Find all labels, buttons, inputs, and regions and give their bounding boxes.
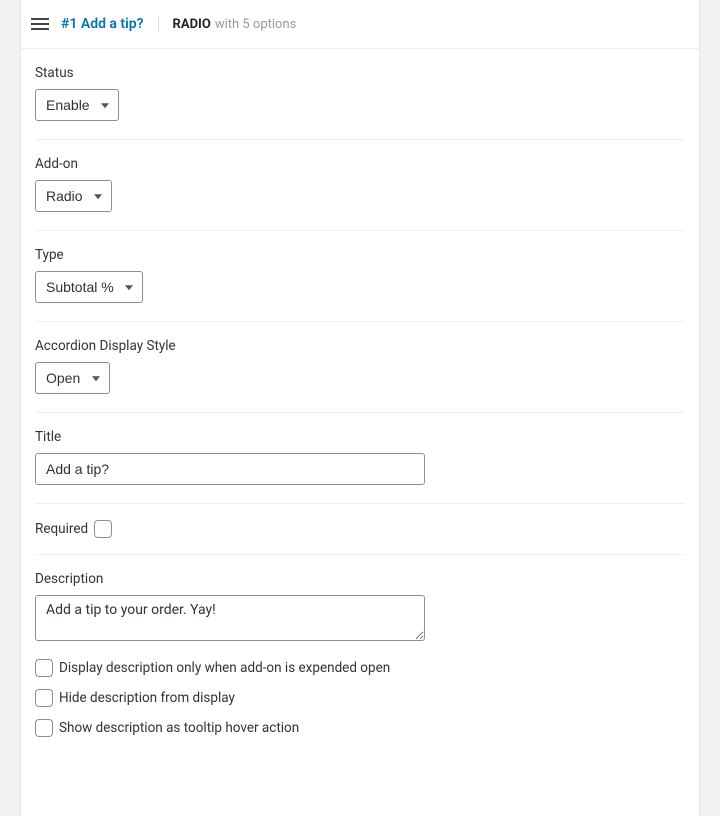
field-type: Type Subtotal % xyxy=(35,231,685,322)
field-title: Title xyxy=(35,413,685,504)
status-select[interactable]: Enable xyxy=(35,89,119,121)
description-options: Display description only when add-on is … xyxy=(35,645,685,737)
opt-hide-label[interactable]: Hide description from display xyxy=(59,690,235,706)
type-select-wrap: Subtotal % xyxy=(35,271,143,303)
addon-panel: #1 Add a tip? RADIO with 5 options Statu… xyxy=(20,0,700,816)
divider xyxy=(158,16,159,32)
opt-tooltip-label[interactable]: Show description as tooltip hover action xyxy=(59,720,299,736)
status-label: Status xyxy=(35,65,685,81)
addon-label: Add-on xyxy=(35,156,685,172)
drag-handle-icon[interactable] xyxy=(29,14,51,34)
accordion-select-wrap: Open xyxy=(35,362,110,394)
opt-display-expanded-row: Display description only when add-on is … xyxy=(35,659,685,677)
panel-header: #1 Add a tip? RADIO with 5 options xyxy=(21,0,699,49)
field-status: Status Enable xyxy=(35,49,685,140)
description-label: Description xyxy=(35,571,685,587)
opt-hide-row: Hide description from display xyxy=(35,689,685,707)
accordion-select[interactable]: Open xyxy=(35,362,110,394)
field-accordion: Accordion Display Style Open xyxy=(35,322,685,413)
addon-select[interactable]: Radio xyxy=(35,180,112,212)
opt-display-expanded-checkbox[interactable] xyxy=(35,659,53,677)
field-required: Required xyxy=(35,504,685,555)
opt-display-expanded-label[interactable]: Display description only when add-on is … xyxy=(59,660,390,676)
opt-hide-checkbox[interactable] xyxy=(35,689,53,707)
opt-tooltip-row: Show description as tooltip hover action xyxy=(35,719,685,737)
title-label: Title xyxy=(35,429,685,445)
field-addon: Add-on Radio xyxy=(35,140,685,231)
fields-container: Status Enable Add-on Radio Type Subtotal… xyxy=(21,49,699,755)
addon-type-label: RADIO xyxy=(173,17,211,32)
description-textarea[interactable] xyxy=(35,595,425,641)
status-select-wrap: Enable xyxy=(35,89,119,121)
accordion-label: Accordion Display Style xyxy=(35,338,685,354)
addon-title[interactable]: #1 Add a tip? xyxy=(61,16,144,32)
required-checkbox[interactable] xyxy=(94,520,112,538)
title-input[interactable] xyxy=(35,453,425,485)
addon-type-suffix: with 5 options xyxy=(215,17,297,32)
required-label: Required xyxy=(35,521,88,537)
field-description: Description Display description only whe… xyxy=(35,555,685,755)
type-label: Type xyxy=(35,247,685,263)
type-select[interactable]: Subtotal % xyxy=(35,271,143,303)
addon-select-wrap: Radio xyxy=(35,180,112,212)
opt-tooltip-checkbox[interactable] xyxy=(35,719,53,737)
